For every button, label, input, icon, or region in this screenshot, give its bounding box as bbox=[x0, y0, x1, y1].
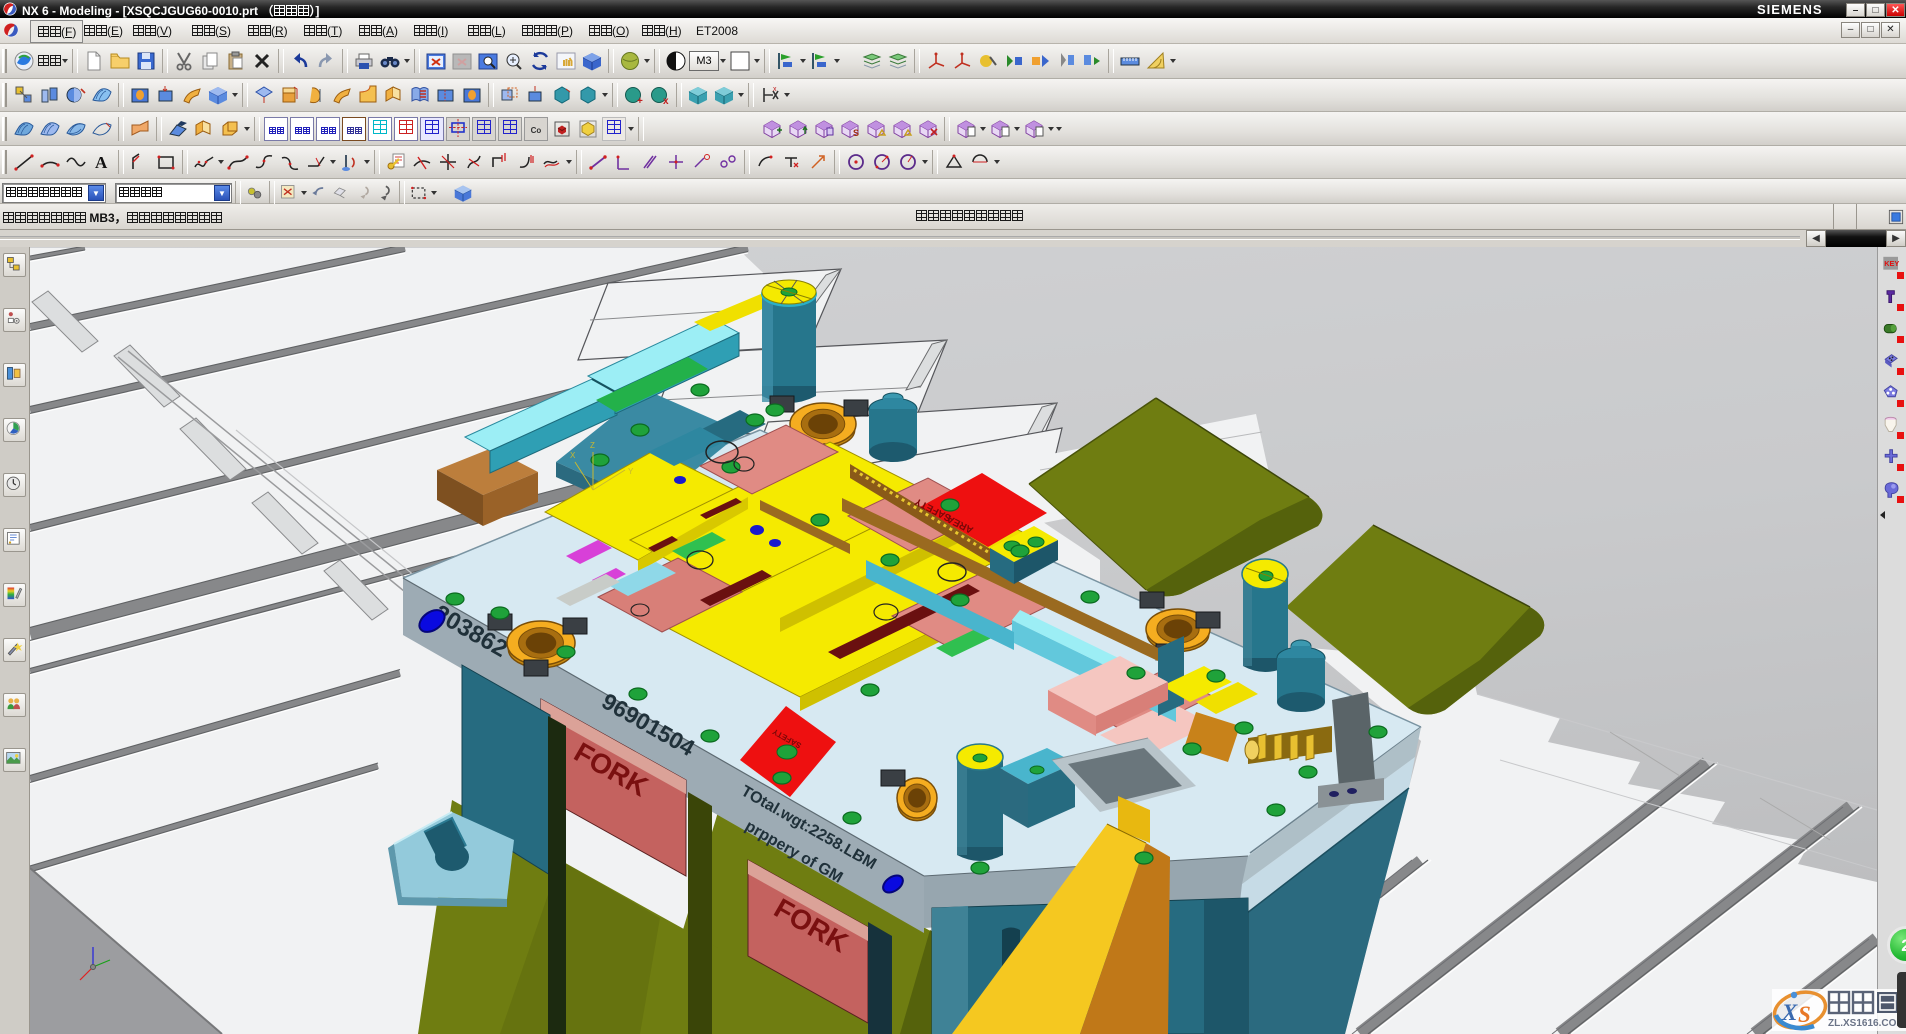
svg-text:ZL.XS1616.COM: ZL.XS1616.COM bbox=[1828, 1018, 1905, 1029]
svg-text:Z: Z bbox=[590, 441, 595, 450]
svg-text:+: + bbox=[637, 96, 643, 107]
svg-text:X: X bbox=[1781, 1000, 1798, 1025]
svg-text:A: A bbox=[95, 153, 108, 172]
svg-text:x: x bbox=[773, 86, 777, 93]
svg-text:KEY: KEY bbox=[1884, 259, 1899, 268]
svg-text:S: S bbox=[1798, 1002, 1811, 1027]
svg-text:x: x bbox=[663, 96, 669, 107]
svg-text:S: S bbox=[853, 128, 859, 138]
svg-text:X: X bbox=[570, 451, 576, 460]
svg-text:Y: Y bbox=[628, 467, 634, 476]
